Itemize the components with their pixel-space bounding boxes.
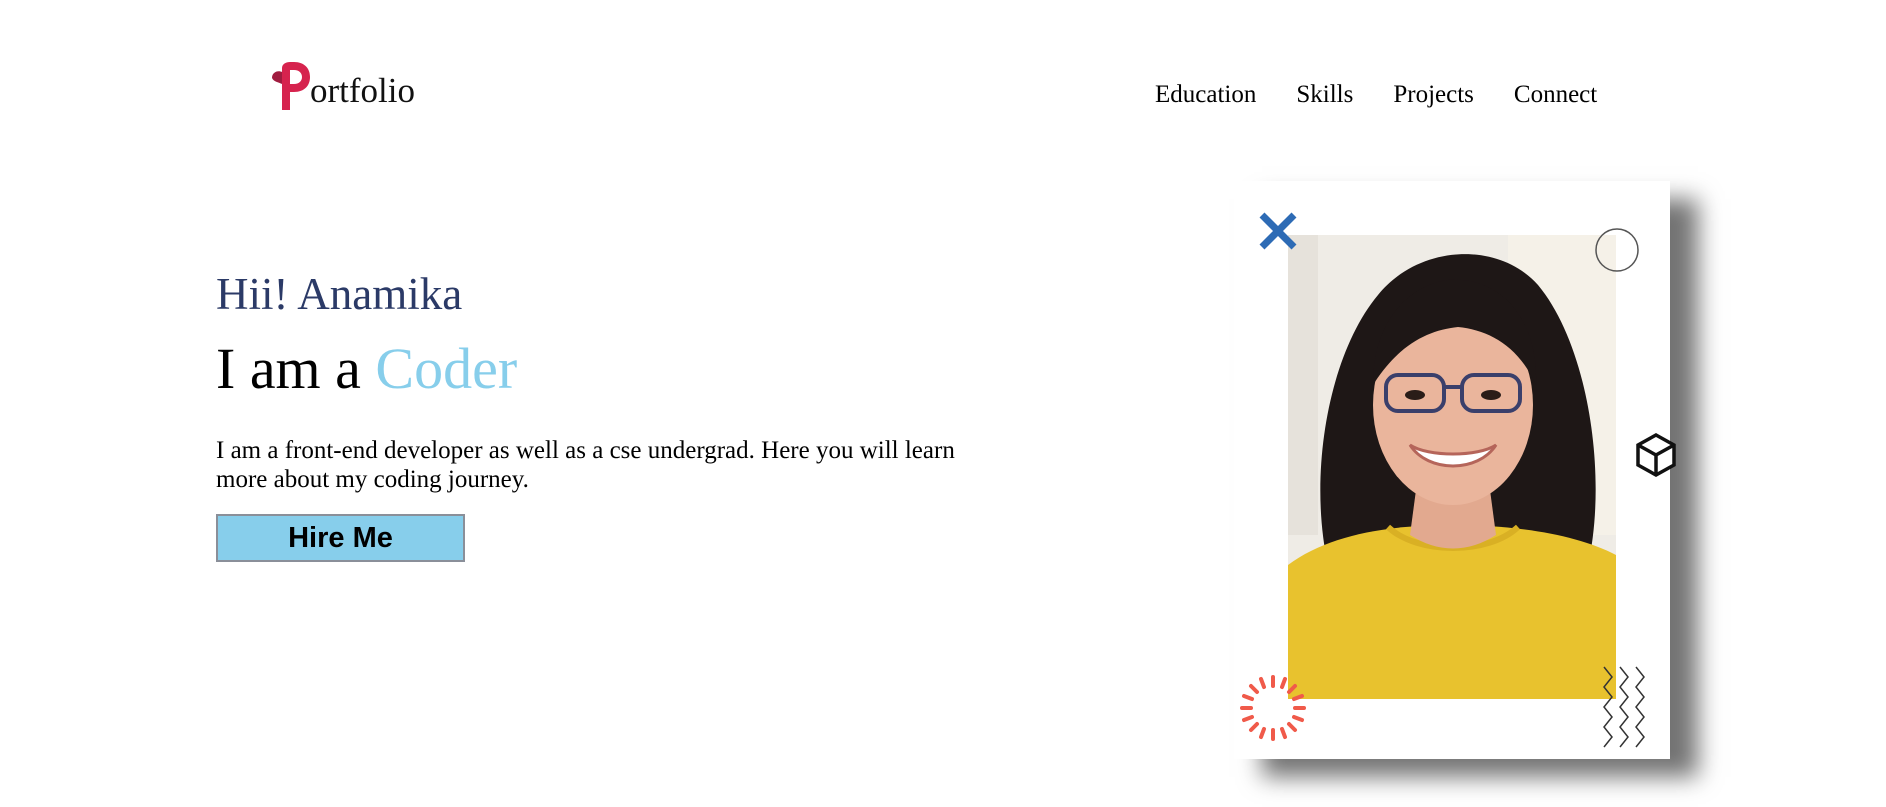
role-highlight: Coder bbox=[375, 336, 518, 401]
nav-item-education[interactable]: Education bbox=[1155, 80, 1256, 110]
role-heading: I am a Coder bbox=[216, 336, 517, 402]
logo-text: ortfolio bbox=[310, 71, 415, 110]
greeting-heading: Hii! Anamika bbox=[216, 269, 463, 319]
profile-photo bbox=[1288, 235, 1616, 699]
nav-item-skills[interactable]: Skills bbox=[1296, 80, 1353, 110]
sunburst-icon bbox=[1240, 675, 1306, 741]
cube-icon bbox=[1636, 432, 1676, 478]
intro-description: I am a front-end developer as well as a … bbox=[216, 437, 955, 493]
logo-p-icon bbox=[272, 62, 310, 110]
cross-icon bbox=[1259, 212, 1297, 250]
circle-outline-icon bbox=[1595, 228, 1639, 272]
nav-item-projects[interactable]: Projects bbox=[1393, 80, 1474, 110]
hire-me-button[interactable]: Hire Me bbox=[216, 514, 465, 562]
main-nav: Education Skills Projects Connect bbox=[1155, 80, 1597, 110]
role-prefix: I am a bbox=[216, 336, 376, 401]
profile-photo-card bbox=[1234, 181, 1676, 759]
site-logo[interactable]: ortfolio bbox=[270, 62, 415, 112]
zigzag-icon bbox=[1603, 666, 1645, 748]
nav-item-connect[interactable]: Connect bbox=[1514, 80, 1597, 110]
